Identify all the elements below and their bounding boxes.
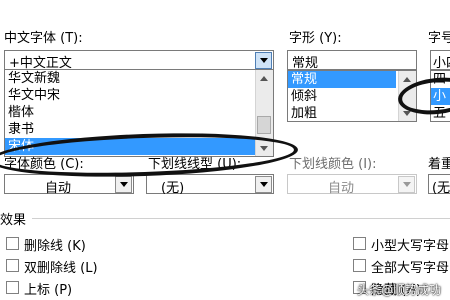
underline-color-dropdown-button <box>398 176 415 193</box>
arrow-up-icon <box>403 76 411 82</box>
effects-group-title: 效果 <box>0 213 27 228</box>
size-list-item[interactable]: 五 <box>431 105 450 121</box>
underline-type-select[interactable]: (无) <box>146 174 274 196</box>
chinese-font-input-value: +中文正文 <box>9 56 72 70</box>
emphasis-value: (无 <box>432 181 450 196</box>
chinese-font-dropdown-button[interactable] <box>255 52 272 69</box>
scroll-down-button[interactable] <box>399 105 415 121</box>
watermark-text: 头条@顺势成功 <box>357 283 442 297</box>
font-list-item[interactable]: 隶书 <box>5 121 273 138</box>
strikethrough-label: 删除线 (K) <box>24 239 86 254</box>
style-list-item-selected[interactable]: 常规 <box>288 71 396 88</box>
scroll-up-button[interactable] <box>399 71 415 87</box>
font-size-input[interactable]: 小四 <box>430 50 450 70</box>
font-style-label: 字形 (Y): <box>289 31 342 46</box>
chevron-down-icon <box>259 58 268 63</box>
font-color-label: 字体颜色 (C): <box>4 157 84 172</box>
underline-color-label: 下划线颜色 (I): <box>289 157 377 172</box>
style-list-item[interactable]: 倾斜 <box>288 88 416 105</box>
underline-color-value: 自动 <box>328 181 355 196</box>
style-list-scrollbar[interactable] <box>398 71 416 121</box>
font-size-list[interactable]: 四 小 五 <box>430 70 450 122</box>
strikethrough-checkbox[interactable] <box>6 237 19 250</box>
small-caps-checkbox[interactable] <box>353 237 366 250</box>
arrow-up-icon <box>260 75 268 81</box>
underline-type-dropdown-button[interactable] <box>255 176 272 193</box>
font-size-input-value: 小四 <box>433 56 450 70</box>
arrow-down-icon <box>260 145 268 151</box>
all-caps-label: 全部大写字母 <box>371 261 450 276</box>
double-strikethrough-checkbox[interactable] <box>6 259 19 272</box>
size-list-item-selected[interactable]: 小 <box>431 88 450 105</box>
scroll-up-button[interactable] <box>256 70 272 86</box>
font-list-scrollbar[interactable] <box>255 70 273 156</box>
style-list-item[interactable]: 加粗 <box>288 105 416 121</box>
font-list-item[interactable]: 华文新魏 <box>5 70 273 87</box>
font-style-input-value: 常规 <box>292 56 319 70</box>
font-color-dropdown-button[interactable] <box>115 176 132 193</box>
font-style-list[interactable]: 常规 倾斜 加粗 <box>287 70 417 122</box>
chinese-font-input[interactable]: +中文正文 <box>4 50 274 70</box>
all-caps-checkbox[interactable] <box>353 259 366 272</box>
double-strikethrough-label: 双删除线 (L) <box>24 261 98 276</box>
size-list-item[interactable]: 四 <box>431 71 450 88</box>
superscript-label: 上标 (P) <box>24 283 73 298</box>
effects-divider <box>32 218 450 219</box>
scroll-thumb[interactable] <box>257 116 271 134</box>
underline-type-label: 下划线线型 (U): <box>148 157 242 172</box>
font-color-value: 自动 <box>45 181 72 196</box>
chevron-down-icon <box>119 182 128 187</box>
font-style-input[interactable]: 常规 <box>287 50 417 70</box>
small-caps-label: 小型大写字母 <box>371 239 450 254</box>
underline-color-select: 自动 <box>287 174 417 196</box>
scroll-down-button[interactable] <box>256 140 272 156</box>
chevron-down-icon <box>402 182 411 187</box>
font-color-select[interactable]: 自动 <box>4 174 134 196</box>
chevron-down-icon <box>259 182 268 187</box>
emphasis-label: 着重 <box>428 157 450 172</box>
emphasis-select[interactable]: (无 <box>428 174 450 196</box>
font-list-item[interactable]: 楷体 <box>5 104 273 121</box>
arrow-down-icon <box>403 110 411 116</box>
chinese-font-list[interactable]: 华文新魏 华文中宋 楷体 隶书 宋体 <box>4 69 274 157</box>
font-size-label: 字号 <box>428 31 450 46</box>
superscript-checkbox[interactable] <box>6 281 19 294</box>
underline-type-value: (无) <box>161 181 185 196</box>
chinese-font-label: 中文字体 (T): <box>4 31 83 46</box>
font-list-item[interactable]: 华文中宋 <box>5 87 273 104</box>
